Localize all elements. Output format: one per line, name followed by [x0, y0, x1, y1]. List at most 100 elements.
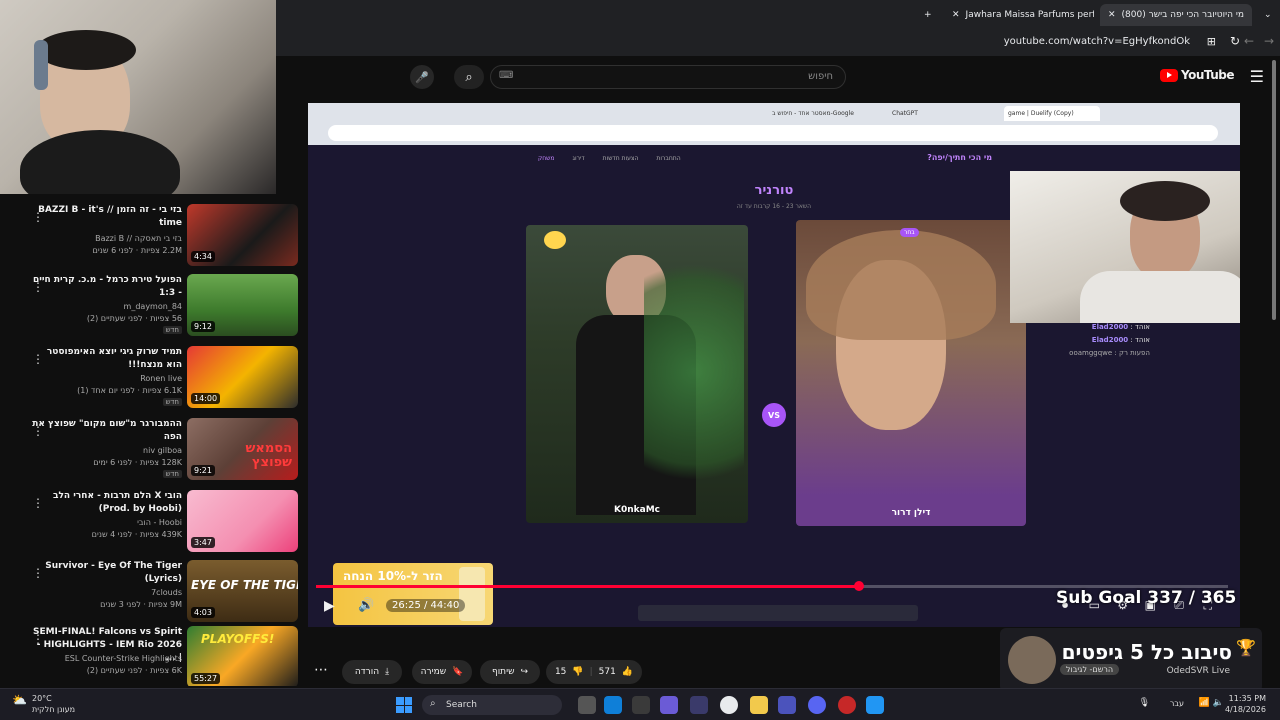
video-title[interactable]: Survivor - Eye Of The Tiger (Lyrics) [32, 560, 182, 586]
right-contestant-name: דילן דרור [891, 508, 931, 518]
language-indicator[interactable]: עבר [1170, 699, 1184, 708]
download-button[interactable]: הורדה ⤓ [342, 660, 402, 684]
volume-icon[interactable]: 🔈 [1213, 698, 1224, 708]
video-title[interactable]: הובי X הלם תרבות - אחרי הלב (Prod. by Ho… [32, 490, 182, 516]
avatar [1008, 636, 1056, 684]
duration-badge: 4:34 [191, 251, 215, 262]
chat-text: הפעות רק : ooamggqwe [1069, 349, 1150, 357]
channel-name[interactable]: 7clouds [32, 588, 182, 597]
weather-icon: ⛅ [12, 693, 27, 707]
teams-icon[interactable] [778, 696, 796, 714]
video-thumbnail[interactable]: 3:47 [187, 490, 298, 552]
video-title[interactable]: הפועל טירת כרמל - מ.כ. קרית חיים - 1:3 [32, 274, 182, 300]
share-button[interactable]: שיתוף ↪ [480, 660, 540, 684]
duration-badge: 55:27 [191, 673, 221, 684]
thumbs-up-icon[interactable]: 👍 [622, 667, 633, 677]
voice-search-button[interactable]: 🎤 [410, 65, 434, 89]
page-scrollbar[interactable] [1270, 60, 1278, 320]
app-icon[interactable] [690, 696, 708, 714]
video-title[interactable]: בזי בי - זה הזמן // BAZZI B - it's time [32, 204, 182, 230]
progress-knob[interactable] [854, 581, 864, 591]
weather-widget[interactable]: ⛅ 20°C מעונן חלקית [12, 693, 75, 715]
list-item[interactable]: ⋮ הפועל טירת כרמל - מ.כ. קרית חיים - 1:3… [0, 274, 300, 340]
windows-start-icon[interactable] [396, 697, 412, 713]
second-streamer-hair [1120, 181, 1210, 221]
duration-badge: 9:21 [191, 465, 215, 476]
right-contestant-card[interactable]: בחר דילן דרור [796, 220, 1026, 526]
left-contestant-card: K0nkaMc [526, 225, 748, 523]
play-icon[interactable]: ▶ [324, 598, 335, 614]
new-badge: חדש [162, 326, 182, 334]
search-input[interactable]: ⌨ חיפוש [490, 65, 846, 89]
video-thumbnail[interactable]: 9:12 [187, 274, 298, 336]
video-meta: 56 צפיות · לפני שעתיים (2) [86, 314, 182, 323]
file-explorer-icon[interactable] [750, 696, 768, 714]
search-button[interactable]: ⌕ [454, 65, 484, 89]
reload-icon[interactable]: ↻ [1230, 34, 1240, 48]
tab-active[interactable]: ✕ (800) מי היוטיובר הכי יפה בישר [1100, 4, 1252, 26]
chat-text: אוהד : [1130, 336, 1150, 344]
video-title[interactable]: ההמבורגר מ"שום מקום" שפוצץ את הפה [32, 418, 182, 444]
time-display: 26:25 / 44:40 [386, 599, 466, 612]
video-title[interactable]: תמיד שרוק גיגי יוצא האימפוסטר הוא מנצח!!… [32, 346, 182, 372]
tab-inactive[interactable]: ✕ Jawhara Maissa Parfums perfum [944, 4, 1094, 26]
video-thumbnail[interactable]: 14:00 [187, 346, 298, 408]
back-icon[interactable]: ← [1244, 34, 1254, 48]
mic-icon[interactable]: 🎙 [1139, 698, 1150, 708]
edge-icon[interactable] [604, 696, 622, 714]
close-icon[interactable]: ✕ [952, 10, 960, 20]
close-icon[interactable]: ✕ [1108, 10, 1116, 20]
thumbnail-caption: PLAYOFFS! [201, 632, 275, 646]
channel-name[interactable]: Hoobi - הובי [32, 518, 182, 527]
channel-name[interactable]: m_daymon_84 [32, 302, 182, 311]
youtube-play-icon [1159, 68, 1178, 82]
thumbs-down-icon[interactable]: 👎 [572, 667, 583, 677]
like-count[interactable]: 571 [599, 667, 616, 677]
forward-icon[interactable]: → [1264, 34, 1274, 48]
store-icon[interactable] [632, 696, 650, 714]
save-button[interactable]: שמירה 🔖 [412, 660, 472, 684]
volume-icon[interactable]: 🔊 [358, 598, 374, 613]
video-thumbnail[interactable]: EYE OF THE TIGER 4:03 [187, 560, 298, 622]
video-thumbnail[interactable]: PLAYOFFS! 55:27 [187, 626, 298, 686]
app-icon[interactable] [866, 696, 884, 714]
inner-browser-chrome: game | Duelify (Copy) ChatGPT מאסטר אחד … [308, 103, 1240, 145]
gift-title: סיבוב כל 5 גיפטים [1061, 640, 1232, 664]
list-item[interactable]: ⋮ SEMI-FINAL! Falcons vs Spirit - HIGHLI… [0, 626, 300, 686]
wifi-icon[interactable]: 📶 [1199, 698, 1210, 708]
discord-icon[interactable] [808, 696, 826, 714]
taskbar-search[interactable]: ⌕ Search [422, 695, 562, 715]
app-icon[interactable] [660, 696, 678, 714]
download-icon: ⤓ [385, 667, 390, 677]
dislike-count[interactable]: 15 [555, 667, 566, 677]
video-thumbnail[interactable]: הסמאש שפוצץ 9:21 [187, 418, 298, 480]
channel-name[interactable]: Ronen live [32, 374, 182, 383]
video-thumbnail[interactable]: 4:34 [187, 204, 298, 266]
task-view-icon[interactable] [578, 696, 596, 714]
more-actions-icon[interactable]: ⋯ [314, 662, 328, 678]
channel-name[interactable]: niv gilboa [32, 446, 182, 455]
url-field[interactable]: youtube.com/watch?v=EgHyfkondOk [1004, 36, 1190, 47]
hamburger-menu-icon[interactable]: ☰ [1250, 67, 1264, 86]
clock[interactable]: 11:35 PM 4/18/2026 [1225, 693, 1266, 715]
chrome-icon[interactable] [720, 696, 738, 714]
reader-icon[interactable]: ⊞ [1207, 35, 1216, 48]
new-tab-button[interactable]: + [916, 4, 938, 26]
channel-name[interactable]: ESL Counter-Strike Highlights [32, 654, 182, 663]
list-item[interactable]: ⋮ הובי X הלם תרבות - אחרי הלב (Prod. by … [0, 490, 300, 556]
nav-ranking: דירוג [572, 155, 585, 162]
obs-icon[interactable] [838, 696, 856, 714]
channel-name[interactable]: בזי בי תאסקה // Bazzi B [32, 234, 182, 243]
video-player[interactable]: game | Duelify (Copy) ChatGPT מאסטר אחד … [308, 103, 1240, 627]
duration-badge: 4:03 [191, 607, 215, 618]
tab-list-chevron-icon[interactable]: ⌄ [1256, 4, 1276, 26]
game-nav: התחברות הצעות חדשות דירוג משחק [538, 155, 681, 162]
list-item[interactable]: ⋮ בזי בי - זה הזמן // BAZZI B - it's tim… [0, 204, 300, 270]
duration-badge: 3:47 [191, 537, 215, 548]
list-item[interactable]: ⋮ תמיד שרוק גיגי יוצא האימפוסטר הוא מנצח… [0, 346, 300, 412]
scrollbar-thumb[interactable] [1272, 60, 1276, 320]
list-item[interactable]: ⋮ Survivor - Eye Of The Tiger (Lyrics) 7… [0, 560, 300, 626]
list-item[interactable]: ⋮ ההמבורגר מ"שום מקום" שפוצץ את הפה niv … [0, 418, 300, 484]
second-webcam [1010, 171, 1240, 323]
youtube-logo[interactable]: YouTube [1159, 68, 1235, 82]
